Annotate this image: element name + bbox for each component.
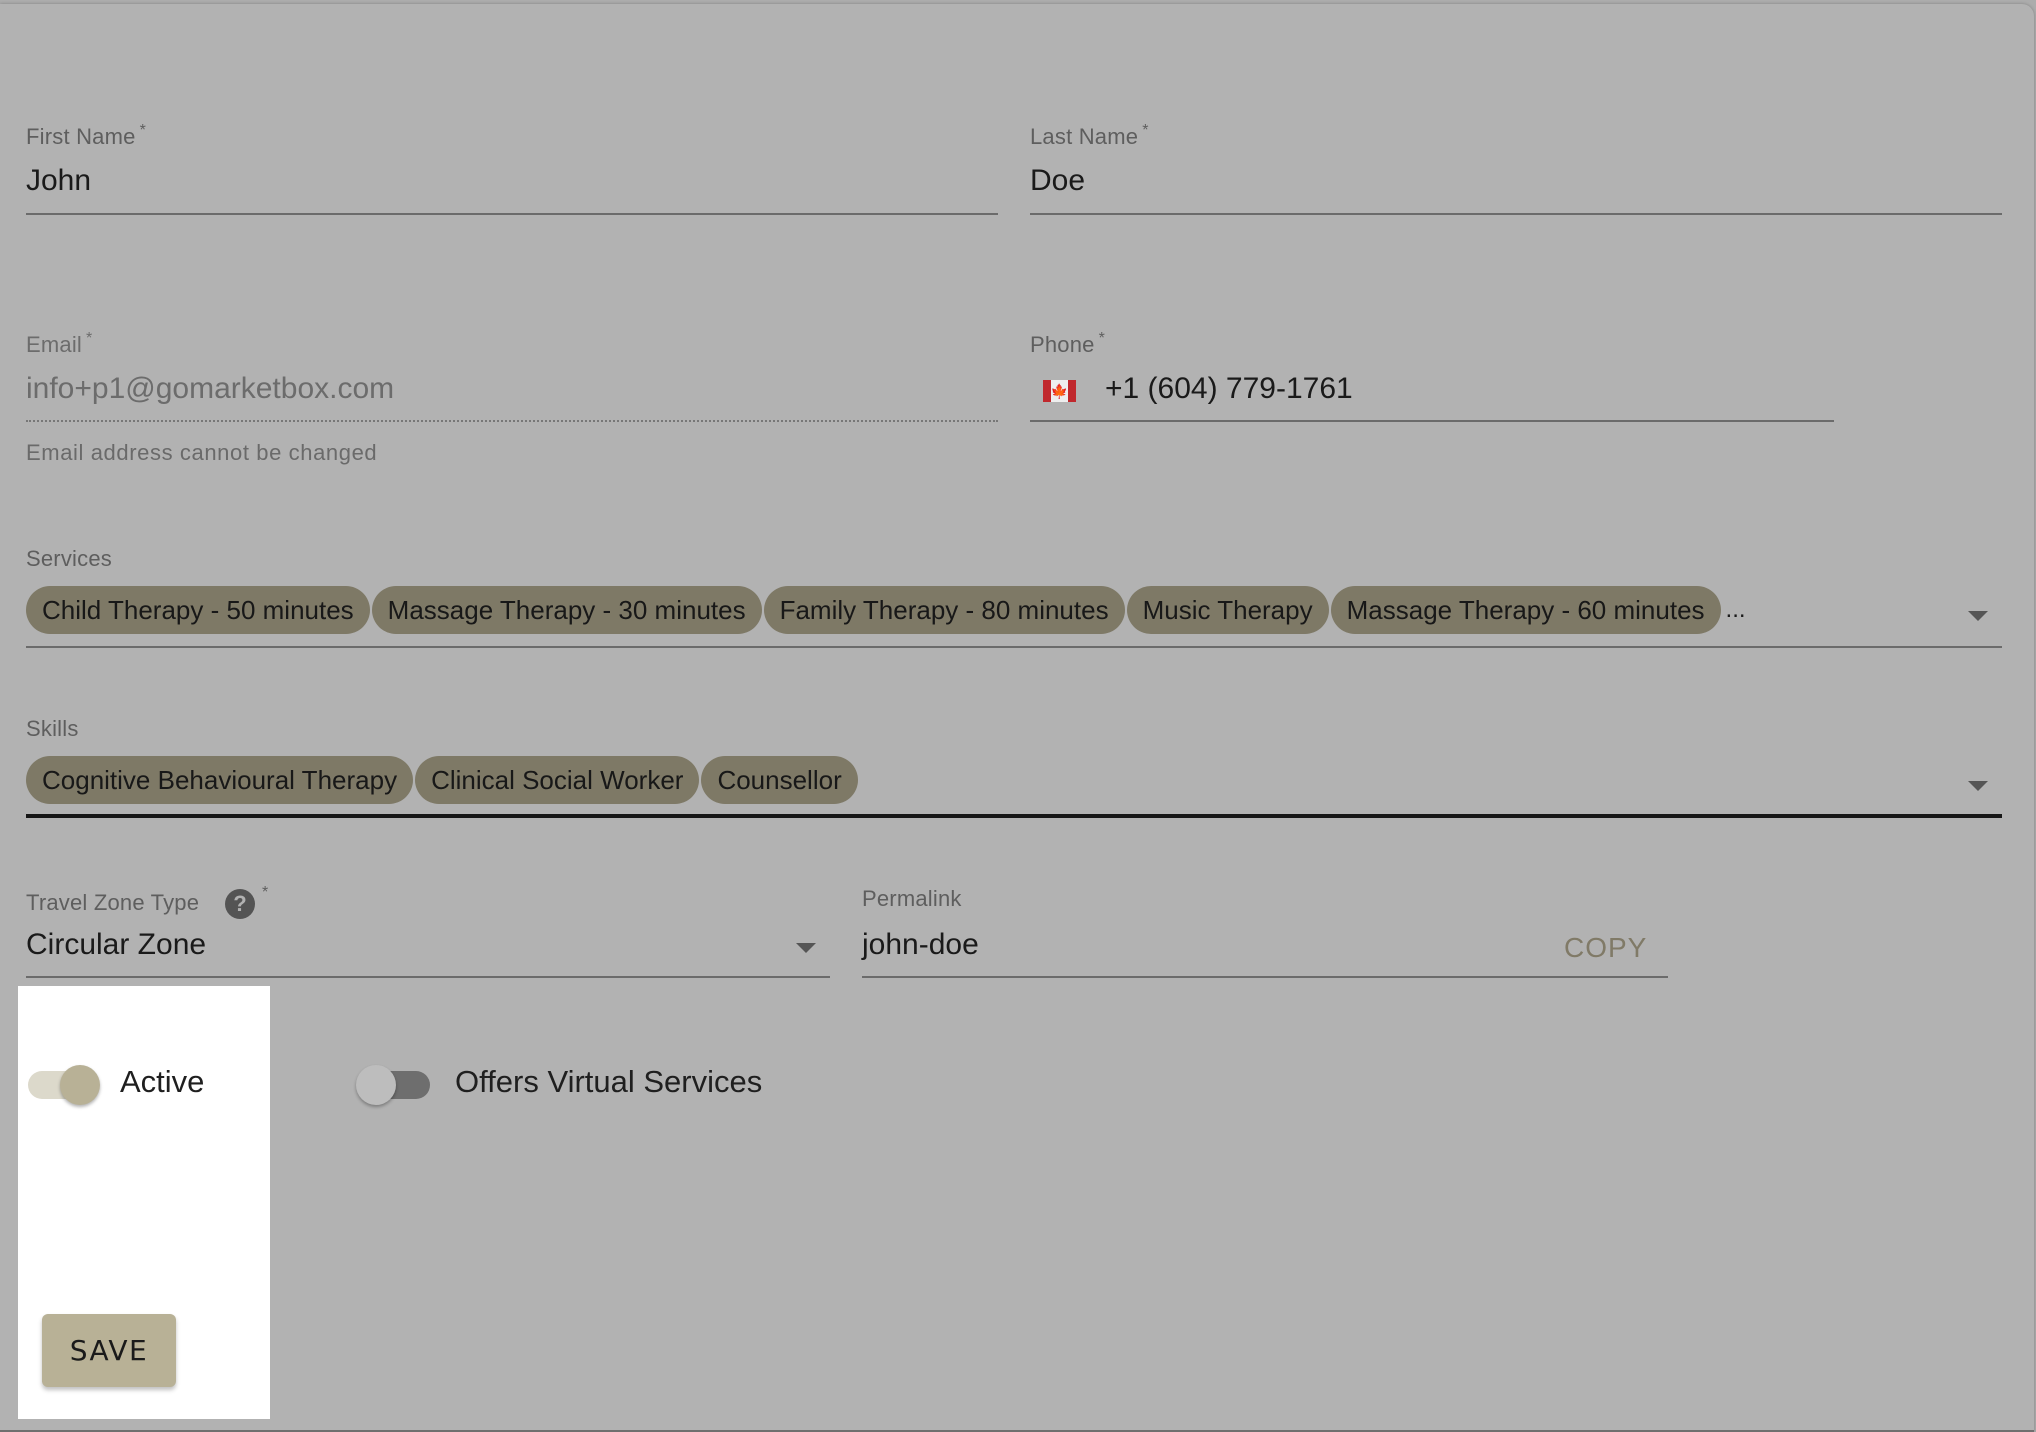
maple-leaf-icon: 🍁 [1050,380,1069,402]
required-mark: * [262,884,269,901]
required-mark: * [139,122,146,139]
skill-chip[interactable]: Counsellor [701,756,858,804]
phone-input[interactable]: +1 (604) 779-1761 [1105,372,1825,416]
email-input[interactable]: info+p1@gomarketbox.com [26,372,996,416]
travel-zone-underline [26,976,830,978]
copy-button[interactable]: COPY [1564,932,1647,964]
last-name-input[interactable]: Doe [1030,164,2000,208]
services-label: Services [26,546,112,571]
travel-zone-dropdown-icon[interactable] [796,943,816,953]
phone-underline [1030,420,1834,422]
first-name-label: First Name * [26,122,146,150]
virtual-services-toggle[interactable] [356,1065,430,1105]
skills-label: Skills [26,716,79,741]
required-mark: * [1098,330,1106,347]
virtual-toggle-thumb[interactable] [356,1065,396,1105]
email-helper-text: Email address cannot be changed [26,440,378,465]
save-button[interactable]: SAVE [42,1314,176,1387]
email-label-text: Email [26,332,83,357]
service-chip[interactable]: Music Therapy [1126,586,1329,634]
first-name-underline [26,213,998,215]
skill-chip[interactable]: Clinical Social Worker [415,756,700,804]
help-icon[interactable]: ? [225,889,255,919]
last-name-label: Last Name * [1030,122,1149,150]
canada-flag-icon[interactable]: 🍁 [1043,380,1076,402]
permalink-label: Permalink [862,886,962,911]
services-overflow: ... [1725,596,1746,623]
services-select[interactable]: Child Therapy - 50 minutes Massage Thera… [26,586,1746,634]
active-toggle[interactable] [28,1065,100,1105]
skills-underline [26,814,2002,818]
service-chip[interactable]: Child Therapy - 50 minutes [26,586,370,634]
required-mark: * [86,330,93,347]
active-toggle-thumb[interactable] [60,1065,100,1105]
phone-label: Phone * [1030,330,1106,358]
last-name-label-text: Last Name [1030,124,1139,149]
travel-zone-label-text: Travel Zone Type [26,890,200,915]
required-mark: * [1142,122,1149,139]
service-chip[interactable]: Massage Therapy - 30 minutes [371,586,762,634]
travel-zone-label: Travel Zone Type [26,890,199,916]
permalink-input[interactable]: john-doe [862,928,1542,972]
phone-label-text: Phone [1030,332,1095,357]
last-name-underline [1030,213,2002,215]
skill-chip[interactable]: Cognitive Behavioural Therapy [26,756,414,804]
first-name-label-text: First Name [26,124,136,149]
service-chip[interactable]: Family Therapy - 80 minutes [763,586,1125,634]
email-label: Email * [26,330,93,358]
first-name-input[interactable]: John [26,164,996,208]
travel-zone-select[interactable]: Circular Zone [26,928,786,972]
permalink-underline [862,976,1668,978]
services-underline [26,646,2002,648]
email-underline [26,420,998,422]
profile-form-card: First Name * John Last Name * Doe Email * i… [0,4,2034,1432]
virtual-services-label: Offers Virtual Services [455,1064,763,1099]
skills-dropdown-icon[interactable] [1968,781,1988,791]
services-dropdown-icon[interactable] [1968,611,1988,621]
skills-select[interactable]: Cognitive Behavioural Therapy Clinical S… [26,756,858,804]
active-label: Active [120,1064,205,1099]
service-chip[interactable]: Massage Therapy - 60 minutes [1330,586,1721,634]
